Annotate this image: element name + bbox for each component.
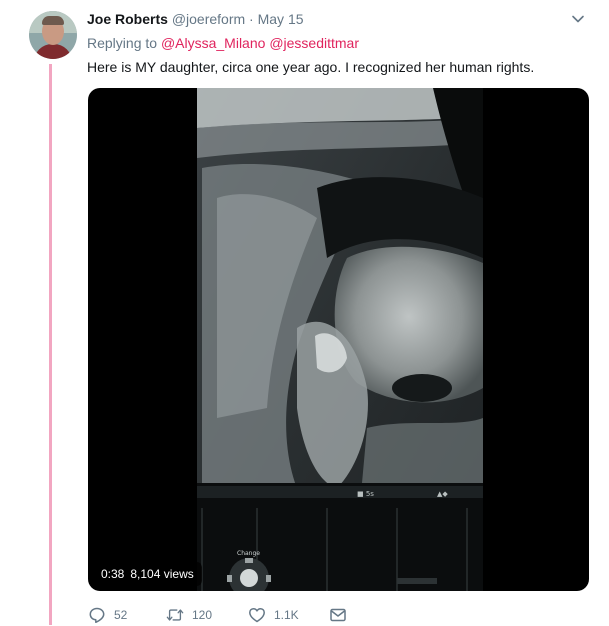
reply-button[interactable]: 52 <box>88 604 127 626</box>
video-player[interactable]: ■ 5s ▲◆ Change <box>88 88 589 591</box>
svg-text:■ 5s: ■ 5s <box>357 490 374 498</box>
video-views: 8,104 views <box>130 567 194 581</box>
thread-line <box>49 64 52 625</box>
reply-icon <box>89 607 105 624</box>
like-button[interactable]: 1.1K <box>248 604 299 626</box>
chevron-down-icon[interactable] <box>570 11 586 27</box>
svg-text:▲◆: ▲◆ <box>437 490 448 498</box>
dot-separator: · <box>245 11 258 27</box>
retweet-count: 120 <box>192 608 213 622</box>
mention-link[interactable]: @jessedittmar <box>269 35 359 51</box>
retweet-icon <box>166 609 184 621</box>
tweet-text: Here is MY daughter, circa one year ago.… <box>87 59 535 75</box>
author-handle[interactable]: @joereform <box>172 11 245 27</box>
replying-label: Replying to <box>87 35 161 51</box>
author-name[interactable]: Joe Roberts <box>87 11 168 27</box>
reply-count: 52 <box>114 608 128 622</box>
mention-link[interactable]: @Alyssa_Milano <box>161 35 265 51</box>
avatar[interactable] <box>29 11 77 59</box>
envelope-icon <box>330 608 346 622</box>
heart-icon <box>249 607 265 623</box>
direct-message-button[interactable] <box>329 604 347 626</box>
video-stats-badge: 0:38 8,104 views <box>93 562 202 586</box>
tweet-date[interactable]: May 15 <box>258 11 304 27</box>
screen-label: Change <box>237 550 260 557</box>
tweet-header: Joe Roberts @joereform · May 15 <box>87 10 304 28</box>
replying-to: Replying to @Alyssa_Milano @jessedittmar <box>87 34 359 52</box>
video-duration: 0:38 <box>101 567 125 581</box>
retweet-button[interactable]: 120 <box>166 604 212 626</box>
like-count: 1.1K <box>274 608 299 622</box>
ultrasound-video-frame: ■ 5s ▲◆ Change <box>197 88 483 591</box>
